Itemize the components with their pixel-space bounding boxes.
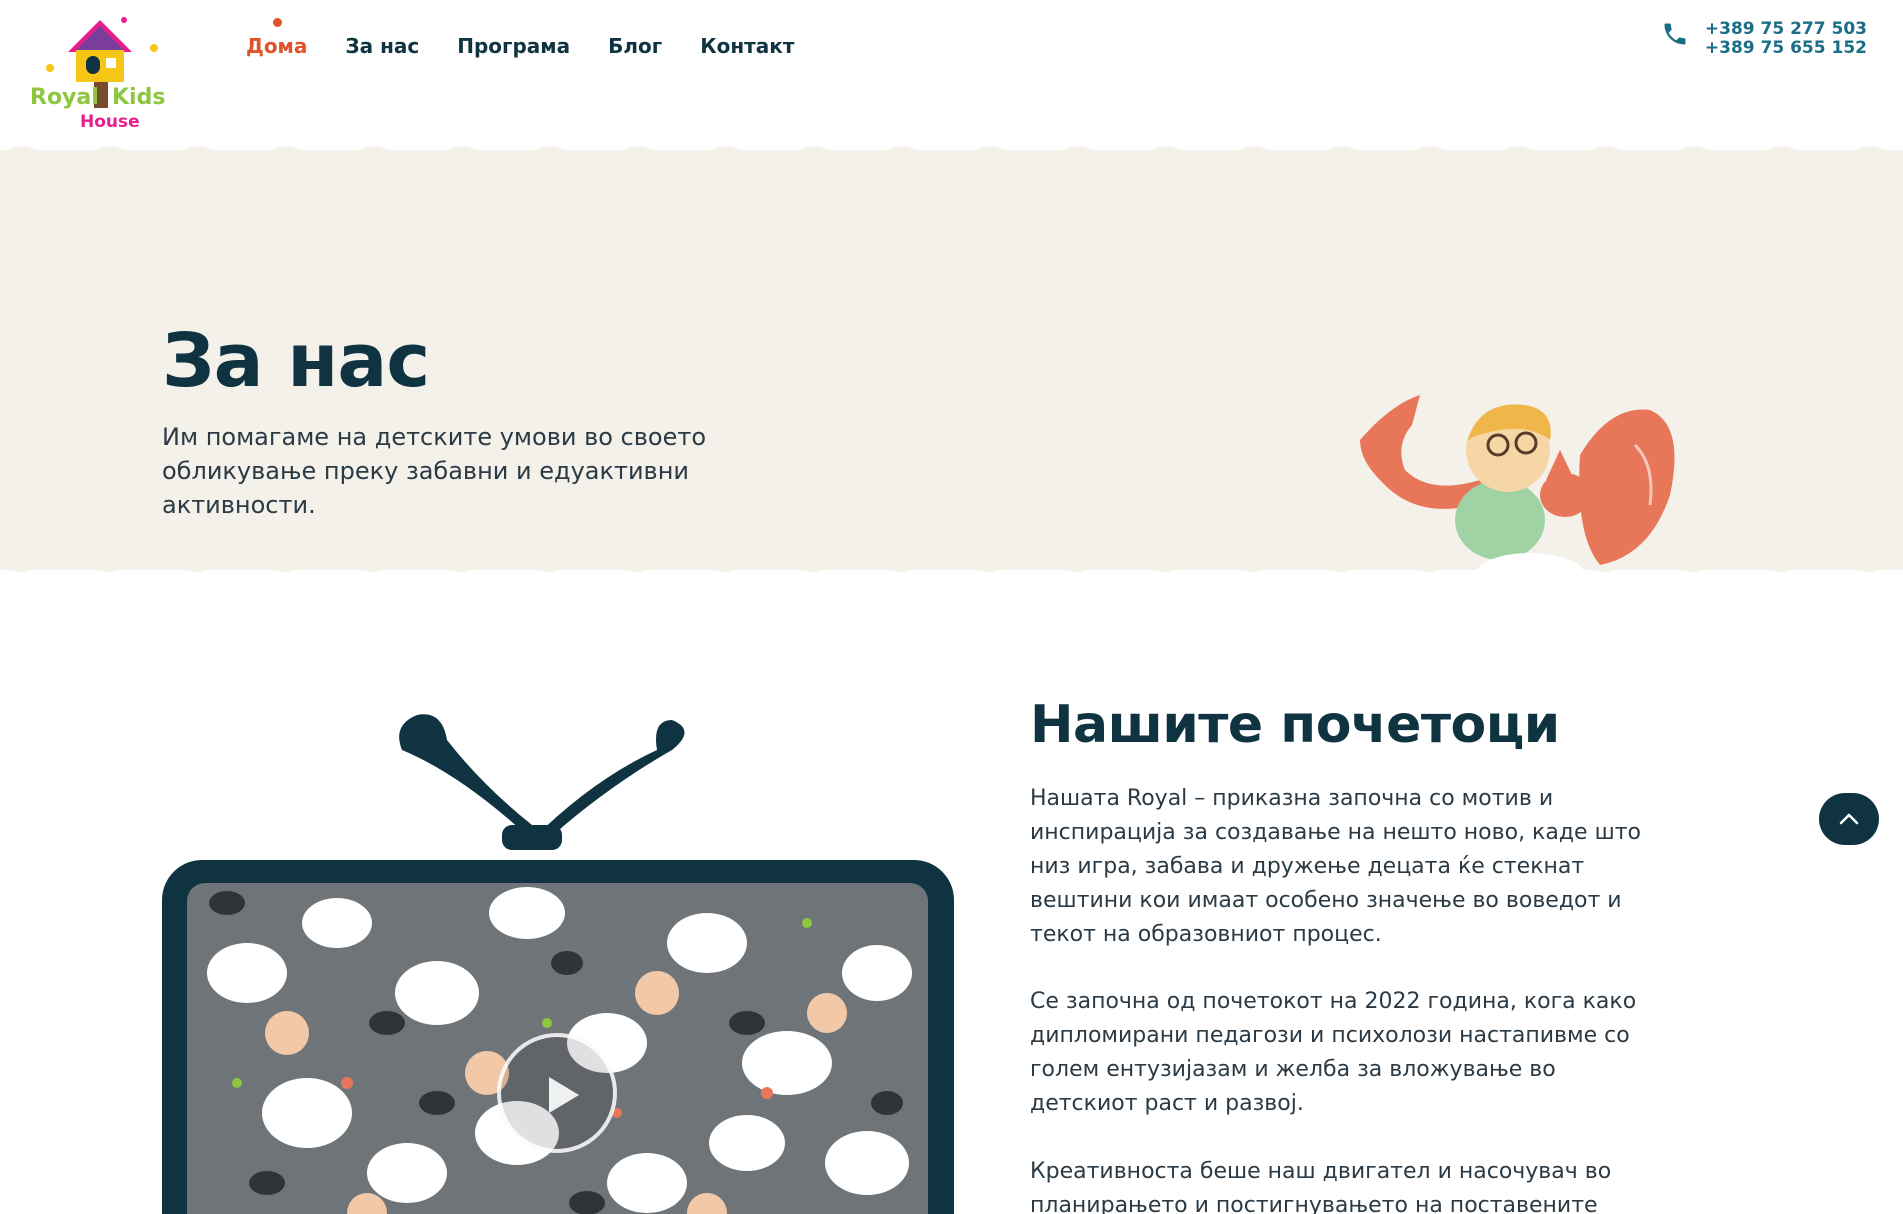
site-header: Royal Kids House Дома За нас Програма Бл… [0, 0, 1903, 150]
hero-subtitle: Им помагаме на детските умови во своето … [162, 423, 706, 519]
logo[interactable]: Royal Kids House [28, 16, 173, 136]
nav-item-contact[interactable]: Контакт [700, 34, 794, 58]
svg-text:Royal: Royal [30, 85, 99, 110]
phone-icon [1661, 20, 1689, 48]
nav-item-program[interactable]: Програма [457, 34, 570, 58]
section-title: Нашите почетоци [1030, 695, 1560, 755]
wave-divider-top [0, 146, 1903, 176]
boy-with-fox-illustration [1360, 395, 1675, 580]
nav-item-blog[interactable]: Блог [608, 34, 662, 58]
main-nav: Дома За нас Програма Блог Контакт [246, 18, 794, 58]
nav-item-about[interactable]: За нас [345, 34, 419, 58]
phone-number-1[interactable]: +389 75 277 503 [1705, 20, 1867, 39]
svg-text:House: House [80, 112, 140, 132]
about-paragraph-2: Се започна од почетокот на 2022 година, … [1030, 989, 1637, 1116]
page-title: За нас [162, 318, 430, 404]
play-icon[interactable] [497, 1033, 617, 1153]
phone-number-2[interactable]: +389 75 655 152 [1705, 39, 1867, 58]
nav-item-home[interactable]: Дома [246, 18, 307, 58]
chevron-up-icon [1839, 813, 1859, 825]
contact-phones: +389 75 277 503 +389 75 655 152 [1664, 20, 1867, 58]
about-paragraph-3: Креативноста беше наш двигател и насочув… [1030, 1159, 1612, 1214]
scroll-to-top-button[interactable] [1819, 793, 1879, 845]
about-paragraph-1: Нашата Royal – приказна започна со мотив… [1030, 786, 1641, 947]
svg-text:Kids: Kids [112, 85, 165, 110]
